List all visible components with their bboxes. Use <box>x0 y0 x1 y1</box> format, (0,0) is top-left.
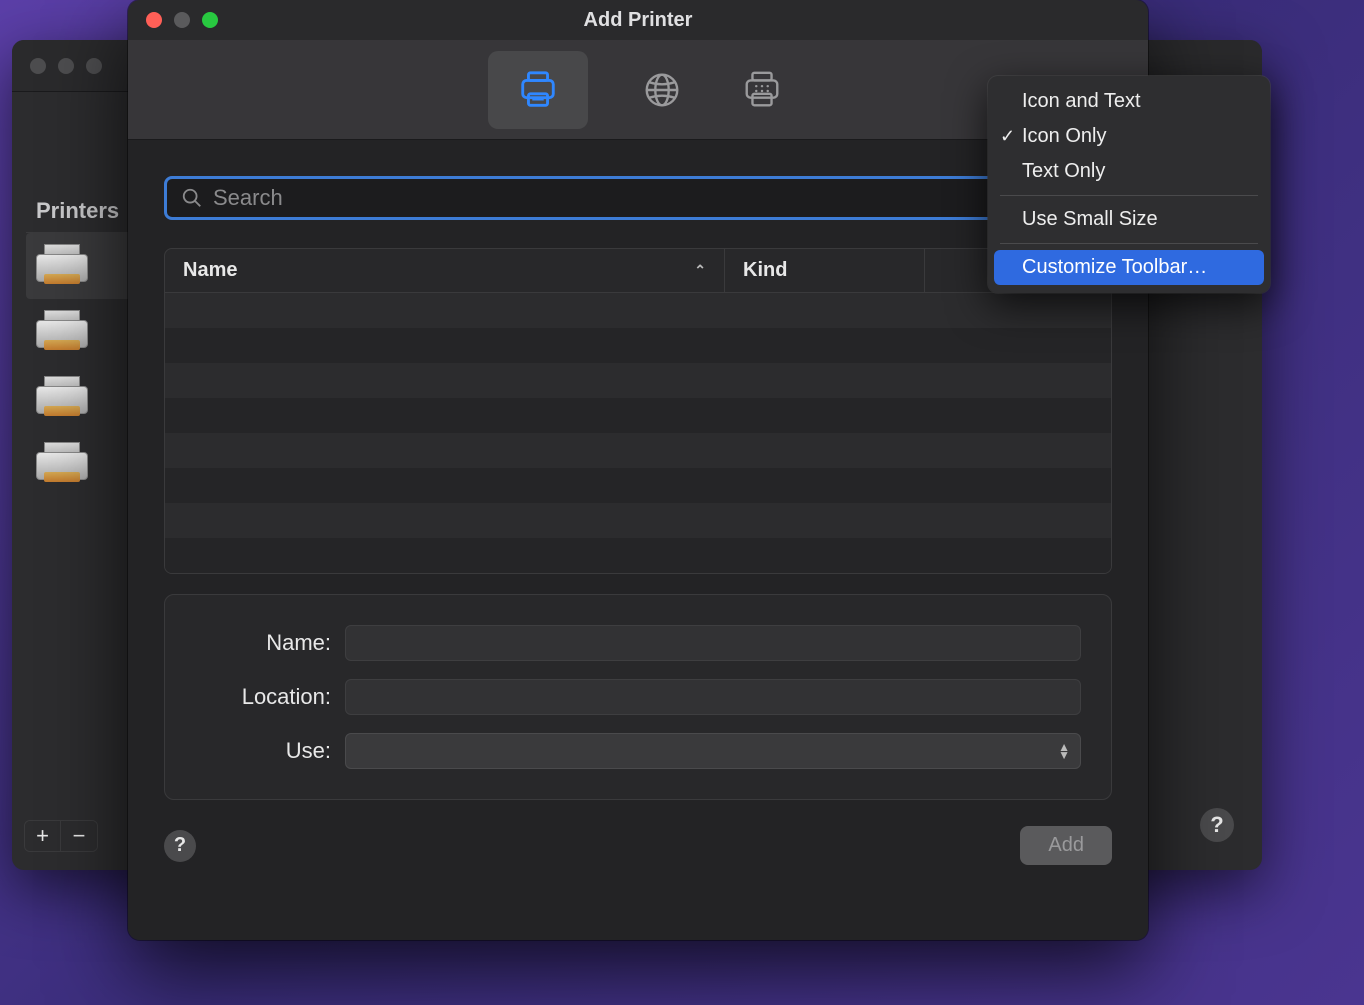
bg-help-button[interactable]: ? <box>1200 808 1234 842</box>
add-button[interactable]: Add <box>1020 826 1112 865</box>
add-printer-button[interactable]: + <box>25 821 61 851</box>
location-input[interactable] <box>345 679 1081 715</box>
printer-form: Name: Location: Use: ▲▼ <box>164 594 1112 800</box>
bg-zoom-icon <box>86 58 102 74</box>
ip-printer-tab[interactable] <box>636 64 688 116</box>
column-kind[interactable]: Kind <box>725 249 925 292</box>
location-label: Location: <box>195 684 345 710</box>
sort-asc-icon: ⌃ <box>694 262 706 279</box>
printer-icon <box>32 438 92 490</box>
bg-close-icon <box>30 58 46 74</box>
table-row[interactable] <box>165 398 1111 433</box>
use-label: Use: <box>195 738 345 764</box>
table-header: Name ⌃ Kind <box>165 249 1111 293</box>
printer-icon <box>32 240 92 292</box>
minimize-icon[interactable] <box>174 12 190 28</box>
printer-icon <box>517 69 559 111</box>
table-row[interactable] <box>165 503 1111 538</box>
search-icon <box>181 187 203 209</box>
menu-separator <box>1000 243 1258 244</box>
fg-titlebar: Add Printer <box>128 0 1148 40</box>
dialog-footer: ? Add <box>164 826 1112 865</box>
window-title: Add Printer <box>584 9 693 32</box>
column-kind-label: Kind <box>743 259 787 282</box>
menu-customize-toolbar[interactable]: Customize Toolbar… <box>994 250 1264 285</box>
table-row[interactable] <box>165 433 1111 468</box>
search-input[interactable] <box>213 185 1095 211</box>
help-button[interactable]: ? <box>164 830 196 862</box>
table-body[interactable] <box>165 293 1111 573</box>
printer-icon <box>32 372 92 424</box>
table-row[interactable] <box>165 538 1111 573</box>
table-row[interactable] <box>165 328 1111 363</box>
name-input[interactable] <box>345 625 1081 661</box>
printers-table: Name ⌃ Kind <box>164 248 1112 574</box>
zoom-icon[interactable] <box>202 12 218 28</box>
remove-printer-button[interactable]: − <box>61 821 97 851</box>
menu-icon-only[interactable]: Icon Only <box>988 119 1270 154</box>
sidebar-addremove: + − <box>24 820 98 852</box>
printer-icon <box>32 306 92 358</box>
menu-separator <box>1000 195 1258 196</box>
close-icon[interactable] <box>146 12 162 28</box>
default-printer-tab[interactable] <box>488 51 588 129</box>
shared-printer-icon <box>741 69 783 111</box>
search-field-wrap <box>164 176 1112 220</box>
windows-printer-tab[interactable] <box>736 64 788 116</box>
name-label: Name: <box>195 630 345 656</box>
toolbar-context-menu: Icon and Text Icon Only Text Only Use Sm… <box>988 76 1270 293</box>
menu-icon-and-text[interactable]: Icon and Text <box>988 84 1270 119</box>
use-select[interactable]: ▲▼ <box>345 733 1081 769</box>
column-name[interactable]: Name ⌃ <box>165 249 725 292</box>
globe-icon <box>641 69 683 111</box>
chevron-updown-icon: ▲▼ <box>1058 743 1070 759</box>
bg-minimize-icon <box>58 58 74 74</box>
column-name-label: Name <box>183 259 237 282</box>
menu-use-small-size[interactable]: Use Small Size <box>988 202 1270 237</box>
table-row[interactable] <box>165 363 1111 398</box>
table-row[interactable] <box>165 468 1111 503</box>
menu-text-only[interactable]: Text Only <box>988 154 1270 189</box>
table-row[interactable] <box>165 293 1111 328</box>
